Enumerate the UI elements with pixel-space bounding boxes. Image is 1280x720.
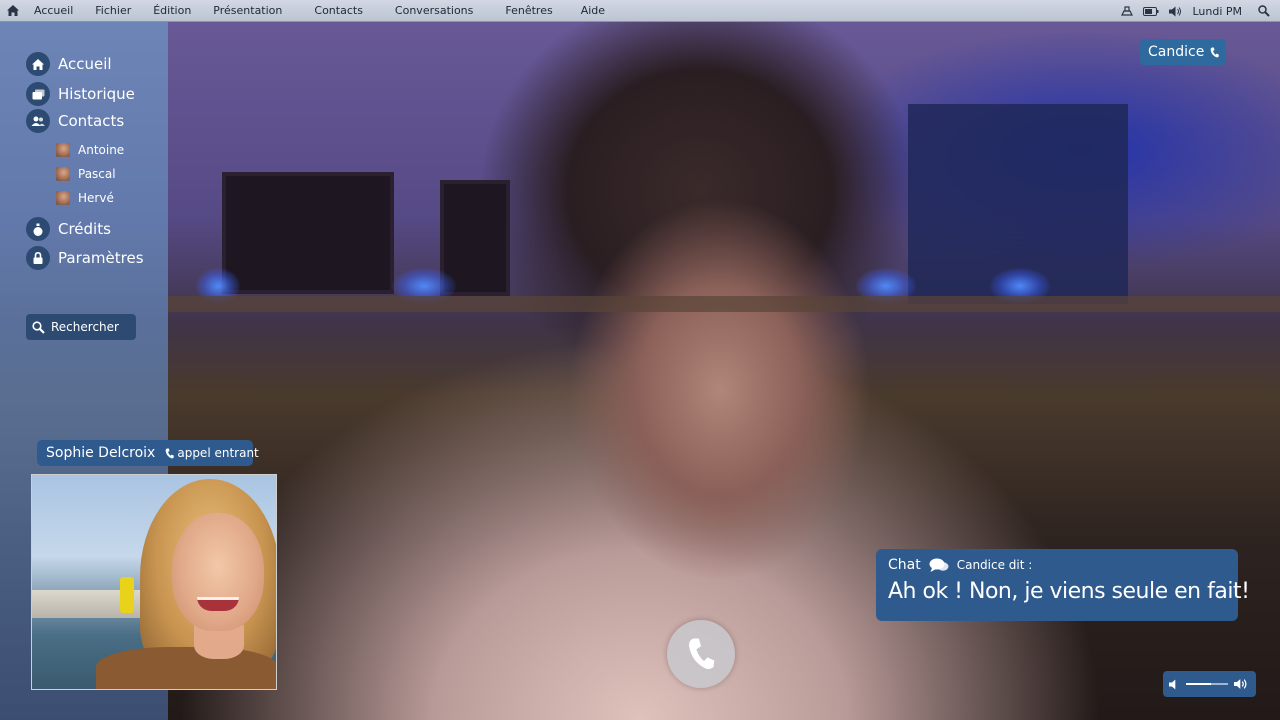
menu-contacts[interactable]: Contacts [306, 0, 387, 22]
avatar [56, 191, 70, 205]
menu-accueil[interactable]: Accueil [26, 0, 87, 22]
status-area: Lundi PM [1121, 0, 1280, 22]
menu-presentation[interactable]: Présentation [205, 0, 306, 22]
caller-name: Sophie Delcroix [46, 445, 156, 461]
menu-bar: Accueil Fichier Édition Présentation Con… [0, 0, 1280, 22]
volume-low-icon[interactable] [1169, 679, 1180, 690]
sidebar-item-parametres[interactable]: Paramètres [26, 246, 144, 270]
chat-header: Chat Candice dit : [888, 556, 1238, 574]
chat-sender: Candice dit : [956, 558, 1033, 572]
avatar [56, 167, 70, 181]
menu-fichier[interactable]: Fichier [87, 0, 145, 22]
battery-icon[interactable] [1143, 6, 1159, 16]
contact-item-antoine[interactable]: Antoine [56, 143, 124, 157]
background-shelf [168, 296, 1280, 312]
sidebar-item-credits[interactable]: Crédits [26, 217, 111, 241]
menu-aide[interactable]: Aide [573, 0, 619, 22]
contact-item-pascal[interactable]: Pascal [56, 167, 116, 181]
caller-body [96, 647, 276, 689]
current-contact-badge[interactable]: Candice [1140, 39, 1226, 65]
history-icon [26, 82, 50, 106]
chat-label: Chat [888, 557, 921, 573]
sidebar-item-label: Contacts [58, 112, 125, 130]
volume-slider[interactable] [1185, 683, 1229, 685]
volume-icon[interactable] [1169, 6, 1182, 17]
home-icon [26, 52, 50, 76]
phone-icon [688, 638, 715, 670]
menu-edition[interactable]: Édition [145, 0, 205, 22]
menu-conversations[interactable]: Conversations [387, 0, 497, 22]
sidebar-item-accueil[interactable]: Accueil [26, 52, 112, 76]
contact-name: Pascal [78, 167, 116, 181]
sidebar-item-label: Historique [58, 85, 135, 103]
contact-item-herve[interactable]: Hervé [56, 191, 114, 205]
caller-face [172, 513, 264, 631]
phone-icon [1210, 47, 1220, 57]
background-building [32, 590, 152, 618]
search-button[interactable]: Rechercher [26, 314, 136, 340]
call-status: appel entrant [165, 446, 259, 460]
contact-name: Hervé [78, 191, 114, 205]
call-status-label: appel entrant [177, 446, 259, 460]
home-icon[interactable] [0, 0, 26, 22]
phone-icon [165, 448, 175, 458]
volume-slider-fill [1185, 683, 1212, 685]
sidebar-item-label: Paramètres [58, 249, 144, 267]
caller-video-preview[interactable] [31, 474, 277, 690]
background-picture-frame [222, 172, 394, 294]
chat-panel[interactable]: Chat Candice dit : Ah ok ! Non, je viens… [876, 549, 1250, 621]
credits-icon [26, 217, 50, 241]
clock-label: Lundi PM [1192, 4, 1242, 18]
sidebar-item-contacts[interactable]: Contacts [26, 109, 124, 133]
sidebar-item-label: Accueil [58, 55, 112, 73]
incoming-call-banner[interactable]: Sophie Delcroix appel entrant [37, 440, 259, 466]
contacts-icon [26, 109, 50, 133]
sidebar-item-label: Crédits [58, 220, 111, 238]
avatar [56, 143, 70, 157]
menu-fenetres[interactable]: Fenêtres [497, 0, 572, 22]
search-icon[interactable] [1258, 5, 1270, 17]
volume-control[interactable] [1163, 671, 1256, 697]
search-icon [32, 320, 45, 334]
search-label: Rechercher [51, 320, 119, 334]
network-icon[interactable] [1121, 6, 1134, 16]
volume-high-icon[interactable] [1234, 678, 1250, 690]
chat-message: Ah ok ! Non, je viens seule en fait! [888, 579, 1250, 604]
background-buoy [120, 577, 134, 613]
lock-icon [26, 246, 50, 270]
speech-bubbles-icon [929, 558, 949, 572]
current-contact-name: Candice [1148, 44, 1205, 60]
call-button[interactable] [667, 620, 735, 688]
contact-name: Antoine [78, 143, 125, 157]
sidebar-item-historique[interactable]: Historique [26, 82, 135, 106]
